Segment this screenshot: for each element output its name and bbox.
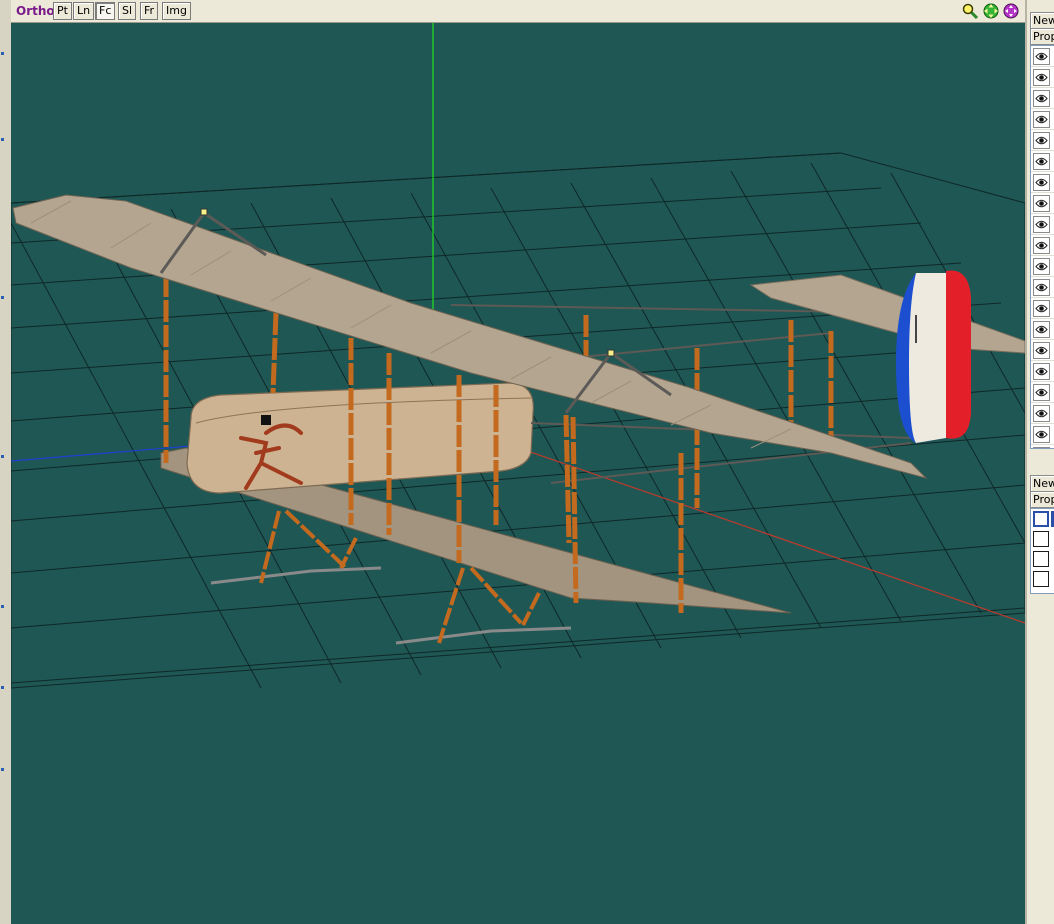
list-item[interactable]: [1031, 298, 1054, 319]
checkbox[interactable]: [1033, 571, 1049, 587]
rotate-icon[interactable]: [1003, 3, 1019, 19]
new-button[interactable]: New: [1030, 475, 1054, 492]
front-skid: [210, 566, 382, 585]
list-item[interactable]: [1031, 88, 1054, 109]
list-item[interactable]: [1031, 445, 1054, 448]
list-item[interactable]: [1031, 235, 1054, 256]
eye-icon[interactable]: [1033, 300, 1050, 317]
list-item[interactable]: [1031, 67, 1054, 88]
eye-icon[interactable]: [1033, 258, 1050, 275]
viewport-toolbar: Ortho Pt Ln Fc Sl Fr Img: [11, 0, 1025, 23]
list-item[interactable]: [1031, 382, 1054, 403]
new-button[interactable]: New: [1030, 12, 1054, 29]
list-item[interactable]: [1031, 340, 1054, 361]
eye-icon[interactable]: [1033, 195, 1050, 212]
eye-icon[interactable]: [1033, 237, 1050, 254]
list-item[interactable]: [1031, 46, 1054, 67]
list-item[interactable]: [1031, 529, 1054, 549]
list-item[interactable]: [1031, 256, 1054, 277]
scene-render: [11, 23, 1025, 689]
faces-mode-button[interactable]: Fc: [95, 2, 116, 20]
checkbox[interactable]: [1033, 551, 1049, 567]
eye-icon[interactable]: [1033, 384, 1050, 401]
marker-icon: [1, 455, 4, 458]
control-point-marker: [200, 208, 208, 216]
eye-icon[interactable]: [1033, 279, 1050, 296]
eye-icon[interactable]: [1033, 132, 1050, 149]
zoom-icon[interactable]: [962, 3, 979, 20]
list-item[interactable]: [1031, 424, 1054, 445]
marker-icon: [1, 686, 4, 689]
eye-icon[interactable]: [1033, 321, 1050, 338]
list-item[interactable]: [1031, 214, 1054, 235]
eye-icon[interactable]: [1033, 153, 1050, 170]
rudder-tricolor: [896, 270, 971, 443]
image-mode-button[interactable]: Img: [162, 2, 191, 20]
eye-icon[interactable]: [1033, 69, 1050, 86]
list-item[interactable]: [1031, 151, 1054, 172]
nacelle-window: [261, 415, 271, 425]
list-item[interactable]: [1031, 509, 1054, 529]
eye-icon[interactable]: [1033, 342, 1050, 359]
eye-icon[interactable]: [1033, 90, 1050, 107]
list-item[interactable]: [1031, 172, 1054, 193]
eye-icon[interactable]: [1033, 447, 1050, 448]
marker-icon: [1, 768, 4, 771]
object-panel: New Prop New Prop: [1025, 0, 1054, 924]
marker-icon: [1, 52, 4, 55]
eye-icon[interactable]: [1033, 426, 1050, 443]
points-mode-button[interactable]: Pt: [53, 2, 72, 20]
solid-mode-button[interactable]: Sl: [118, 2, 137, 20]
properties-button[interactable]: Prop: [1030, 491, 1054, 508]
eye-icon[interactable]: [1033, 48, 1050, 65]
lines-mode-button[interactable]: Ln: [73, 2, 95, 20]
marker-icon: [1, 605, 4, 608]
properties-button[interactable]: Prop: [1030, 28, 1054, 45]
checkbox[interactable]: [1033, 511, 1049, 527]
list-item[interactable]: [1031, 549, 1054, 569]
eye-icon[interactable]: [1033, 216, 1050, 233]
list-item[interactable]: [1031, 193, 1054, 214]
marker-icon: [1, 296, 4, 299]
list-item[interactable]: [1031, 361, 1054, 382]
marker-icon: [1, 138, 4, 141]
checkbox[interactable]: [1033, 531, 1049, 547]
eye-icon[interactable]: [1033, 111, 1050, 128]
material-list: [1030, 508, 1054, 594]
pan-icon[interactable]: [983, 3, 999, 19]
eye-icon[interactable]: [1033, 405, 1050, 422]
projection-mode-label[interactable]: Ortho: [16, 4, 55, 18]
3d-viewport[interactable]: [11, 23, 1025, 924]
list-item[interactable]: [1031, 130, 1054, 151]
frame-mode-button[interactable]: Fr: [140, 2, 159, 20]
list-item[interactable]: [1031, 277, 1054, 298]
list-item[interactable]: [1031, 403, 1054, 424]
control-point-marker: [607, 349, 615, 357]
list-item[interactable]: [1031, 109, 1054, 130]
layer-visibility-list: [1030, 45, 1054, 449]
list-item[interactable]: [1031, 569, 1054, 589]
eye-icon[interactable]: [1033, 363, 1050, 380]
eye-icon[interactable]: [1033, 174, 1050, 191]
list-item[interactable]: [1031, 319, 1054, 340]
